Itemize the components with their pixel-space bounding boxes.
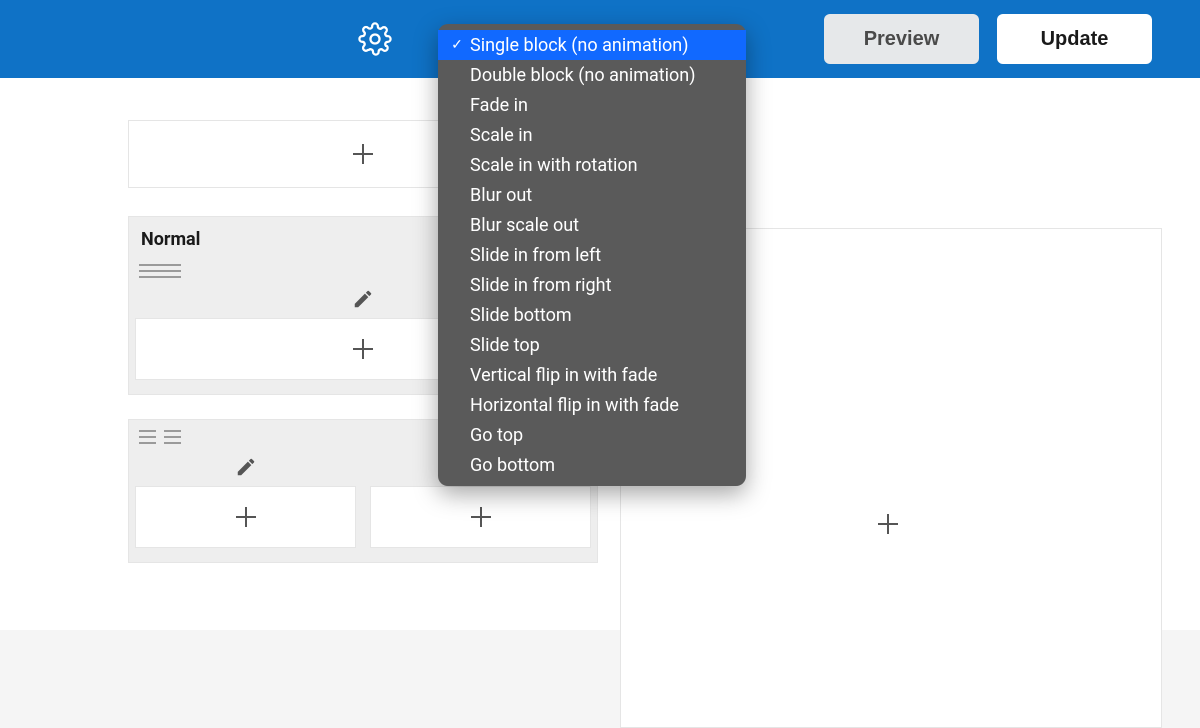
settings-button[interactable] <box>358 22 392 60</box>
dropdown-option-label: Double block (no animation) <box>470 65 696 86</box>
dropdown-option[interactable]: Scale in <box>438 120 746 150</box>
dropdown-option[interactable]: Double block (no animation) <box>438 60 746 90</box>
topbar-actions: Preview Update <box>824 14 1152 64</box>
dropdown-option-label: Go bottom <box>470 455 555 476</box>
dropdown-option-label: Vertical flip in with fade <box>470 365 657 386</box>
dropdown-option-label: Scale in with rotation <box>470 155 638 176</box>
dropdown-option[interactable]: Slide in from right <box>438 270 746 300</box>
dropdown-option-label: Slide bottom <box>470 305 572 326</box>
check-icon: ✓ <box>448 37 466 53</box>
pencil-icon <box>352 288 374 310</box>
dropdown-option[interactable]: Slide bottom <box>438 300 746 330</box>
dropdown-option[interactable]: ✓Single block (no animation) <box>438 30 746 60</box>
dropdown-option-label: Fade in <box>470 95 528 116</box>
dropdown-option[interactable]: Slide top <box>438 330 746 360</box>
dropdown-option[interactable]: Vertical flip in with fade <box>438 360 746 390</box>
dropdown-option[interactable]: Scale in with rotation <box>438 150 746 180</box>
plus-icon <box>231 502 261 532</box>
dropdown-option-label: Blur scale out <box>470 215 579 236</box>
plus-icon <box>348 139 378 169</box>
dropdown-option-label: Horizontal flip in with fade <box>470 395 679 416</box>
drag-handle[interactable] <box>135 430 177 444</box>
dropdown-option-label: Single block (no animation) <box>470 35 689 56</box>
dropdown-option[interactable]: Blur out <box>438 180 746 210</box>
dropdown-option[interactable]: Fade in <box>438 90 746 120</box>
dropdown-option[interactable]: Blur scale out <box>438 210 746 240</box>
dropdown-option-label: Slide top <box>470 335 540 356</box>
pencil-icon <box>235 456 257 478</box>
dropdown-option-label: Go top <box>470 425 523 446</box>
dropdown-option-label: Slide in from left <box>470 245 601 266</box>
plus-icon <box>466 502 496 532</box>
preview-button[interactable]: Preview <box>824 14 979 64</box>
gear-icon <box>358 22 392 56</box>
edit-row-button[interactable] <box>135 452 356 486</box>
cell-left <box>135 452 356 548</box>
dropdown-option[interactable]: Horizontal flip in with fade <box>438 390 746 420</box>
dropdown-option-label: Slide in from right <box>470 275 611 296</box>
dropdown-option-label: Blur out <box>470 185 532 206</box>
dropdown-option[interactable]: Go bottom <box>438 450 746 480</box>
add-block-button[interactable] <box>370 486 591 548</box>
dropdown-option-label: Scale in <box>470 125 533 146</box>
dropdown-option[interactable]: Slide in from left <box>438 240 746 270</box>
plus-icon <box>873 509 903 543</box>
add-block-button[interactable] <box>135 486 356 548</box>
update-button[interactable]: Update <box>997 14 1152 64</box>
plus-icon <box>348 334 378 364</box>
dropdown-option[interactable]: Go top <box>438 420 746 450</box>
animation-dropdown[interactable]: ✓Single block (no animation) Double block… <box>438 24 746 486</box>
